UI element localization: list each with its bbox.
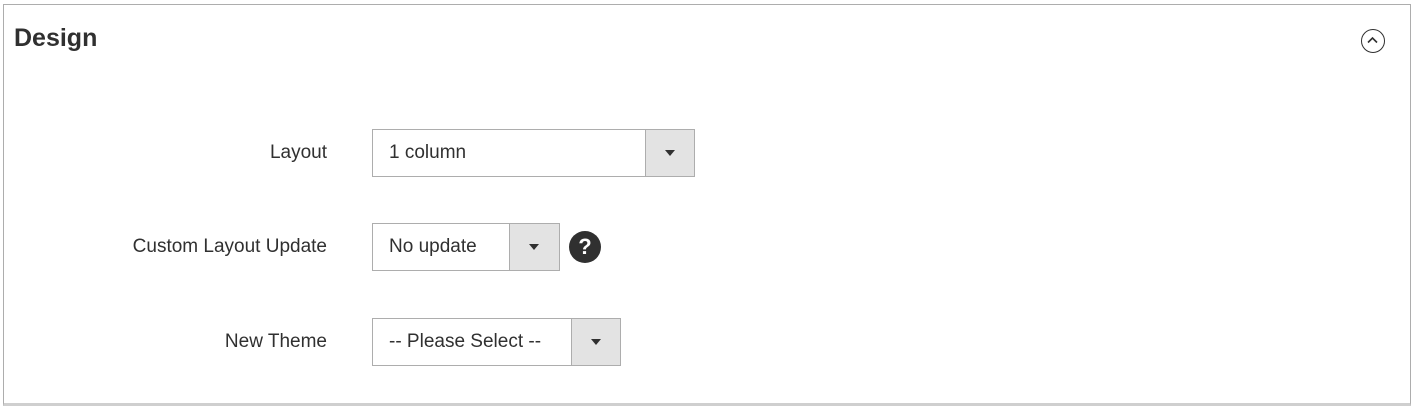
caret-down-icon [665, 150, 675, 156]
layout-select-value: 1 column [389, 142, 467, 163]
new-theme-select-toggle[interactable] [571, 319, 620, 365]
field-new-theme: New Theme -- Please Select -- [4, 318, 1410, 366]
caret-down-icon [529, 244, 539, 250]
caret-down-icon [591, 339, 601, 345]
custom-layout-update-select[interactable]: No update [372, 223, 560, 271]
custom-layout-update-label: Custom Layout Update [132, 236, 327, 257]
design-panel: Design Layout 1 column Custom Layout Upd… [3, 4, 1411, 406]
layout-select-toggle[interactable] [645, 130, 694, 176]
collapse-section-button[interactable] [1361, 29, 1385, 53]
help-icon[interactable]: ? [569, 231, 601, 263]
field-layout: Layout 1 column [4, 129, 1410, 177]
layout-label: Layout [269, 142, 327, 163]
custom-layout-update-select-toggle[interactable] [509, 224, 559, 270]
section-title[interactable]: Design [14, 23, 97, 53]
layout-select[interactable]: 1 column [372, 129, 695, 177]
new-theme-select-value: -- Please Select -- [389, 331, 542, 352]
new-theme-label: New Theme [224, 331, 327, 352]
new-theme-select[interactable]: -- Please Select -- [372, 318, 621, 366]
field-custom-layout-update: Custom Layout Update No update ? [4, 223, 1410, 271]
chevron-up-icon [1367, 36, 1378, 44]
custom-layout-update-select-value: No update [389, 236, 477, 257]
